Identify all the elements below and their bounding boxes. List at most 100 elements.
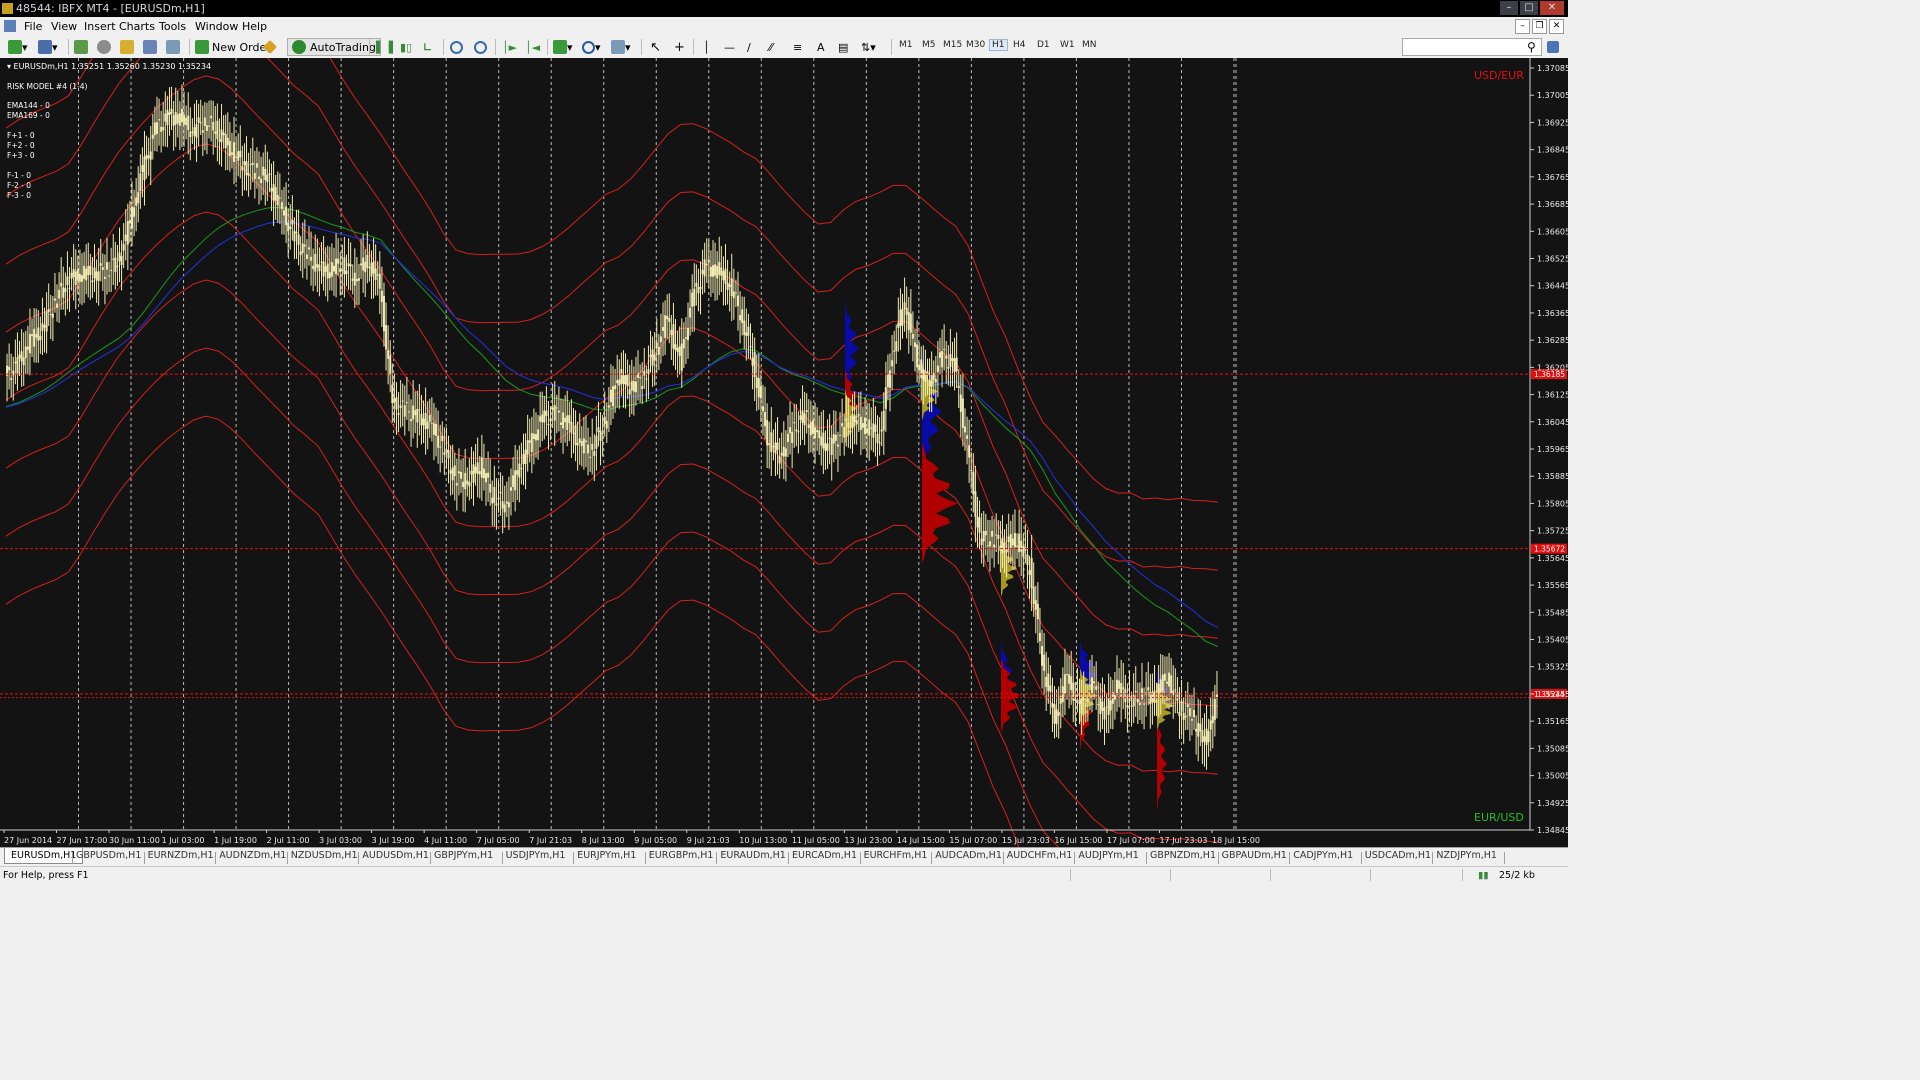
timeframe-mn[interactable]: MN (1082, 40, 1097, 50)
candle-body (45, 311, 48, 332)
chart-tab[interactable]: GBPAUDm,H1 (1222, 850, 1287, 861)
menu-insert[interactable]: Insert (84, 20, 116, 33)
timeframe-m30[interactable]: M30 (966, 40, 985, 50)
candle-body (297, 234, 300, 245)
price-tick-label: 1.35805 (1537, 499, 1568, 508)
periods-button[interactable]: ▾ (582, 39, 601, 55)
timeframe-m5[interactable]: M5 (922, 40, 936, 50)
mdi-minimize-button[interactable]: – (1515, 19, 1530, 34)
candle-chart-button[interactable]: ▮▯ (400, 39, 412, 55)
line-chart-button[interactable]: ∟ (423, 39, 432, 55)
candle-body (510, 487, 512, 491)
mdi-close-button[interactable]: ✕ (1549, 19, 1564, 34)
maximize-button[interactable]: □ (1520, 1, 1538, 15)
chart-tab[interactable]: AUDUSDm,H1 (362, 850, 429, 861)
crosshair-button[interactable]: + (674, 39, 685, 55)
chart-tab[interactable]: AUDJPYm,H1 (1078, 850, 1138, 861)
new-order-button[interactable]: New Order (195, 39, 271, 55)
templates-button[interactable]: ▾ (611, 39, 631, 55)
chart-tab[interactable]: EURNZDm,H1 (148, 850, 214, 861)
chart-tab[interactable]: EURCHFm,H1 (864, 850, 928, 861)
chart-tab[interactable]: GBPJPYm,H1 (434, 850, 493, 861)
trendline-button[interactable]: ∕ (747, 39, 751, 55)
data-window-button[interactable] (97, 39, 111, 55)
timeframe-d1[interactable]: D1 (1037, 40, 1050, 50)
chart-tab[interactable]: EURAUDm,H1 (720, 850, 785, 861)
arrows-button[interactable]: ⇅▾ (861, 39, 876, 55)
minimize-button[interactable]: – (1500, 1, 1518, 15)
timeframe-h4[interactable]: H4 (1013, 40, 1026, 50)
chart-tab[interactable]: EURJPYm,H1 (577, 850, 636, 861)
ema169-line (5, 221, 1219, 628)
candle-body (747, 326, 750, 336)
strategy-tester-button[interactable] (166, 39, 180, 55)
autotrading-button[interactable]: AutoTrading (287, 38, 381, 56)
candle-body (572, 432, 575, 434)
candle-body (266, 174, 269, 183)
menu-charts[interactable]: Charts (119, 20, 155, 33)
chart-tab[interactable]: GBPUSDm,H1 (76, 850, 141, 861)
bar-chart-button[interactable]: ▌▐ (376, 39, 393, 55)
candle-body (455, 483, 458, 486)
zoom-out-button[interactable] (474, 39, 487, 55)
equidistant-channel-button[interactable]: ⁄⁄ (769, 39, 773, 55)
cursor-button[interactable]: ↖ (650, 39, 661, 55)
candle-body (253, 172, 256, 180)
chart-tab[interactable]: CADJPYm,H1 (1293, 850, 1353, 861)
chart-tab[interactable]: AUDNZDm,H1 (219, 850, 286, 861)
tab-separator (573, 852, 575, 864)
chart-tab[interactable]: USDCADm,H1 (1365, 850, 1431, 861)
timeframe-m15[interactable]: M15 (943, 40, 962, 50)
candle-body (355, 278, 358, 282)
new-chart-button[interactable]: ▾ (8, 39, 28, 55)
chart-tab[interactable]: EURCADm,H1 (792, 850, 857, 861)
chart-tab[interactable]: EURGBPm,H1 (649, 850, 714, 861)
market-watch-button[interactable] (74, 39, 88, 55)
menu-file[interactable]: File (24, 20, 42, 33)
navigator-button[interactable] (120, 39, 134, 55)
tab-separator (931, 852, 933, 864)
chart-tab[interactable]: AUDCADm,H1 (935, 850, 1002, 861)
candle-body (126, 221, 129, 245)
community-button[interactable] (1547, 39, 1559, 55)
search-input[interactable] (1402, 38, 1542, 56)
time-tick-label: 18 Jul 15:00 (1212, 836, 1260, 845)
chart-tab[interactable]: NZDJPYm,H1 (1436, 850, 1497, 861)
chart-tab[interactable]: NZDUSDm,H1 (291, 850, 358, 861)
fibonacci-button[interactable]: ≡ (793, 39, 802, 55)
candle-body (103, 276, 106, 279)
candle-body (1211, 715, 1214, 724)
timeframe-h1[interactable]: H1 (989, 39, 1008, 51)
chart-tab[interactable]: USDJPYm,H1 (506, 850, 566, 861)
mdi-restore-button[interactable]: ❐ (1532, 19, 1547, 34)
menu-window[interactable]: Window (195, 20, 238, 33)
chart-tab[interactable]: AUDCHFm,H1 (1007, 850, 1072, 861)
chart-shift-button[interactable]: │◄ (525, 39, 540, 55)
chart-tab[interactable]: GBPNZDm,H1 (1150, 850, 1216, 861)
close-button[interactable]: ✕ (1540, 1, 1564, 15)
candle-body (589, 456, 592, 458)
document-icon[interactable] (4, 20, 16, 32)
search-button[interactable]: ⚲ (1527, 39, 1536, 55)
price-chart[interactable]: 1.36185 1.35672 1.35245 1.37085 1.37005 1.36… (0, 58, 1568, 847)
terminal-button[interactable] (143, 39, 157, 55)
candle-body (593, 451, 596, 456)
zoom-in-button[interactable] (450, 39, 463, 55)
candle-body (603, 416, 606, 425)
text-button[interactable]: A (817, 39, 825, 55)
candle-body (395, 397, 398, 410)
horizontal-line-button[interactable]: — (724, 39, 735, 55)
menu-view[interactable]: View (51, 20, 77, 33)
indicators-button[interactable]: ▾ (553, 39, 573, 55)
profiles-button[interactable]: ▾ (38, 39, 58, 55)
menu-tools[interactable]: Tools (159, 20, 186, 33)
metaeditor-button[interactable] (262, 39, 278, 55)
vertical-line-button[interactable]: │ (703, 39, 710, 55)
menu-help[interactable]: Help (242, 20, 267, 33)
timeframe-m1[interactable]: M1 (899, 40, 913, 50)
text-label-button[interactable]: ▤ (838, 39, 848, 55)
auto-scroll-button[interactable]: │► (502, 39, 517, 55)
status-separator (1462, 869, 1463, 881)
timeframe-w1[interactable]: W1 (1060, 40, 1075, 50)
chart-canvas[interactable]: 1.361851.356721.35245 1.370851.370051.36… (0, 58, 1568, 847)
